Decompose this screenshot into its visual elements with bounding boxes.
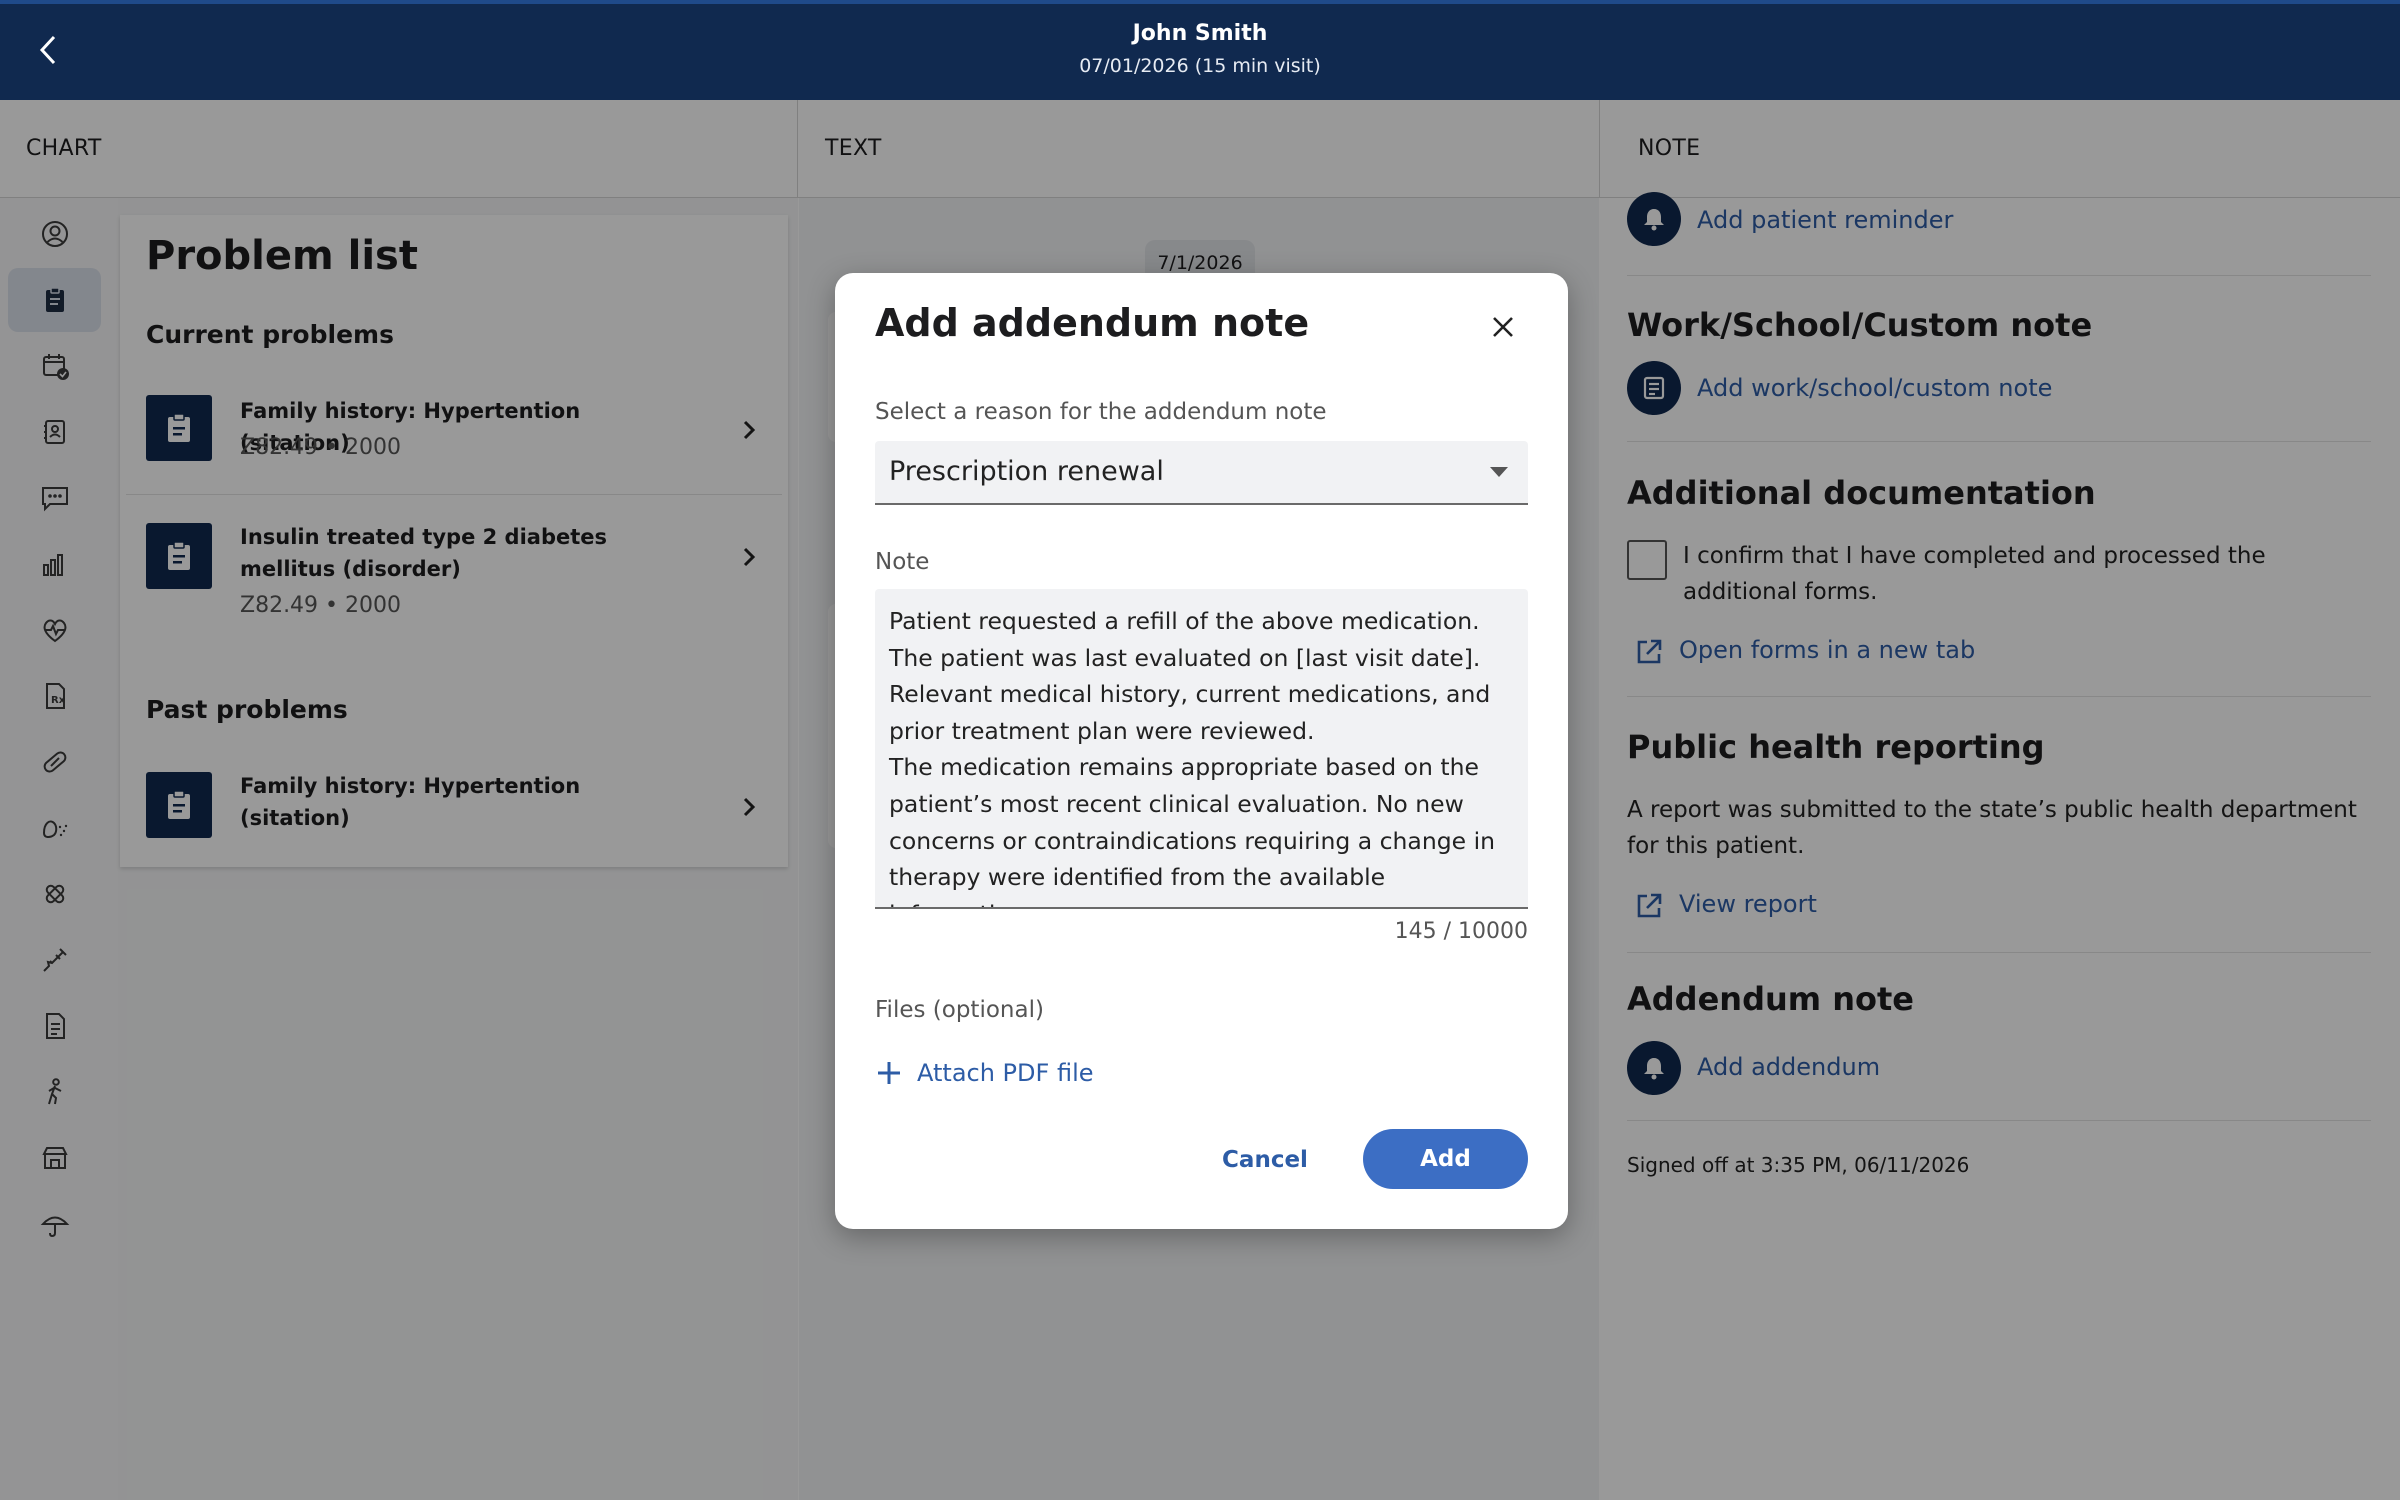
attach-pdf-label: Attach PDF file	[917, 1059, 1094, 1087]
modal-title: Add addendum note	[875, 301, 1310, 345]
patient-name: John Smith	[1132, 21, 1268, 46]
note-label: Note	[875, 549, 930, 575]
character-counter: 145 / 10000	[1394, 919, 1528, 944]
caret-down-icon	[1490, 467, 1508, 477]
reason-select[interactable]: Prescription renewal	[875, 441, 1528, 505]
add-button[interactable]: Add	[1363, 1129, 1528, 1189]
add-addendum-modal: Add addendum note Select a reason for th…	[835, 273, 1568, 1229]
close-icon	[1493, 317, 1513, 337]
note-textarea[interactable]: Patient requested a refill of the above …	[875, 589, 1528, 909]
header-center: John Smith 07/01/2026 (15 min visit)	[0, 18, 2400, 82]
app-header: John Smith 07/01/2026 (15 min visit)	[0, 0, 2400, 100]
reason-label: Select a reason for the addendum note	[875, 399, 1327, 425]
cancel-button[interactable]: Cancel	[1195, 1131, 1335, 1189]
attach-pdf-button[interactable]: Attach PDF file	[875, 1051, 1094, 1095]
visit-info: 07/01/2026 (15 min visit)	[1079, 55, 1321, 77]
files-label: Files (optional)	[875, 997, 1044, 1023]
reason-select-value: Prescription renewal	[889, 456, 1164, 487]
plus-icon	[878, 1062, 900, 1084]
close-button[interactable]	[1485, 309, 1521, 345]
